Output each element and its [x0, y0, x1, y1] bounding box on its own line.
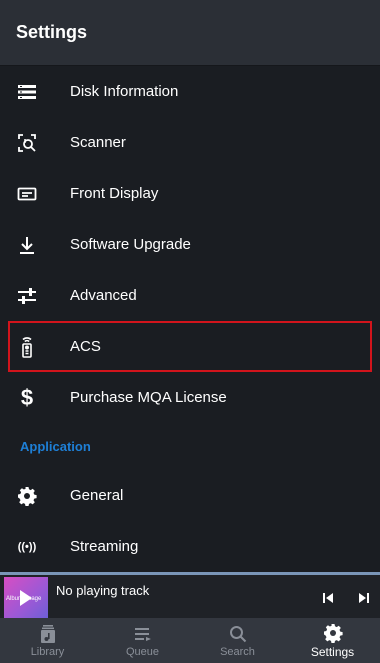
- app-header: Settings: [0, 0, 380, 66]
- queue-icon: [133, 624, 153, 644]
- gear-icon: [323, 623, 343, 643]
- tab-label: Library: [30, 645, 65, 658]
- page-title: Settings: [16, 22, 88, 42]
- disk-icon: [16, 81, 38, 103]
- settings-item-label: Front Display: [70, 185, 159, 202]
- search-icon: [228, 624, 248, 644]
- display-icon: [16, 183, 38, 205]
- settings-item-disk-information[interactable]: Disk Information: [0, 66, 380, 117]
- tab-library[interactable]: Library: [0, 618, 95, 663]
- play-icon[interactable]: [20, 590, 32, 606]
- settings-item-label: ACS: [70, 338, 101, 355]
- broadcast-icon: ((•)): [17, 540, 37, 553]
- now-playing-title: No playing track: [56, 583, 150, 598]
- skip-next-icon: [359, 593, 369, 603]
- remote-icon: [16, 336, 38, 358]
- settings-item-label: General: [70, 487, 124, 504]
- tab-label: Queue: [125, 645, 160, 658]
- library-icon: [38, 624, 58, 644]
- tab-search[interactable]: Search: [190, 618, 285, 663]
- settings-item-scanner[interactable]: Scanner: [0, 117, 380, 168]
- download-icon: [16, 234, 38, 256]
- bottom-tab-bar: Library Queue Search Settings: [0, 618, 380, 663]
- tab-label: Settings: [310, 644, 355, 659]
- tab-settings[interactable]: Settings: [285, 618, 380, 663]
- settings-item-label: Purchase MQA License: [70, 389, 227, 406]
- skip-previous-icon: [323, 593, 333, 603]
- section-header-application: Application: [20, 439, 91, 454]
- settings-item-label: Disk Information: [70, 83, 179, 100]
- settings-item-software-upgrade[interactable]: Software Upgrade: [0, 219, 380, 270]
- settings-item-label: Advanced: [70, 287, 137, 304]
- gear-icon: [16, 485, 38, 507]
- settings-item-label: Streaming: [70, 538, 139, 555]
- settings-list: Disk Information Scanner Front Display S…: [0, 66, 380, 572]
- sliders-icon: [16, 285, 38, 307]
- dollar-icon: $: [20, 384, 34, 410]
- settings-item-label: Scanner: [70, 134, 126, 151]
- settings-item-purchase-mqa[interactable]: $ Purchase MQA License: [0, 372, 380, 423]
- tab-queue[interactable]: Queue: [95, 618, 190, 663]
- scanner-icon: [16, 132, 38, 154]
- settings-item-acs[interactable]: ACS: [8, 321, 372, 372]
- settings-item-streaming[interactable]: ((•)) Streaming: [0, 521, 380, 572]
- mini-player[interactable]: Album Image No playing track: [0, 572, 380, 619]
- settings-item-general[interactable]: General: [0, 470, 380, 521]
- album-art[interactable]: Album Image: [4, 577, 48, 619]
- settings-item-front-display[interactable]: Front Display: [0, 168, 380, 219]
- settings-item-advanced[interactable]: Advanced: [0, 270, 380, 321]
- next-track-button[interactable]: [354, 588, 374, 608]
- previous-track-button[interactable]: [318, 588, 338, 608]
- tab-label: Search: [220, 645, 255, 658]
- settings-item-label: Software Upgrade: [70, 236, 191, 253]
